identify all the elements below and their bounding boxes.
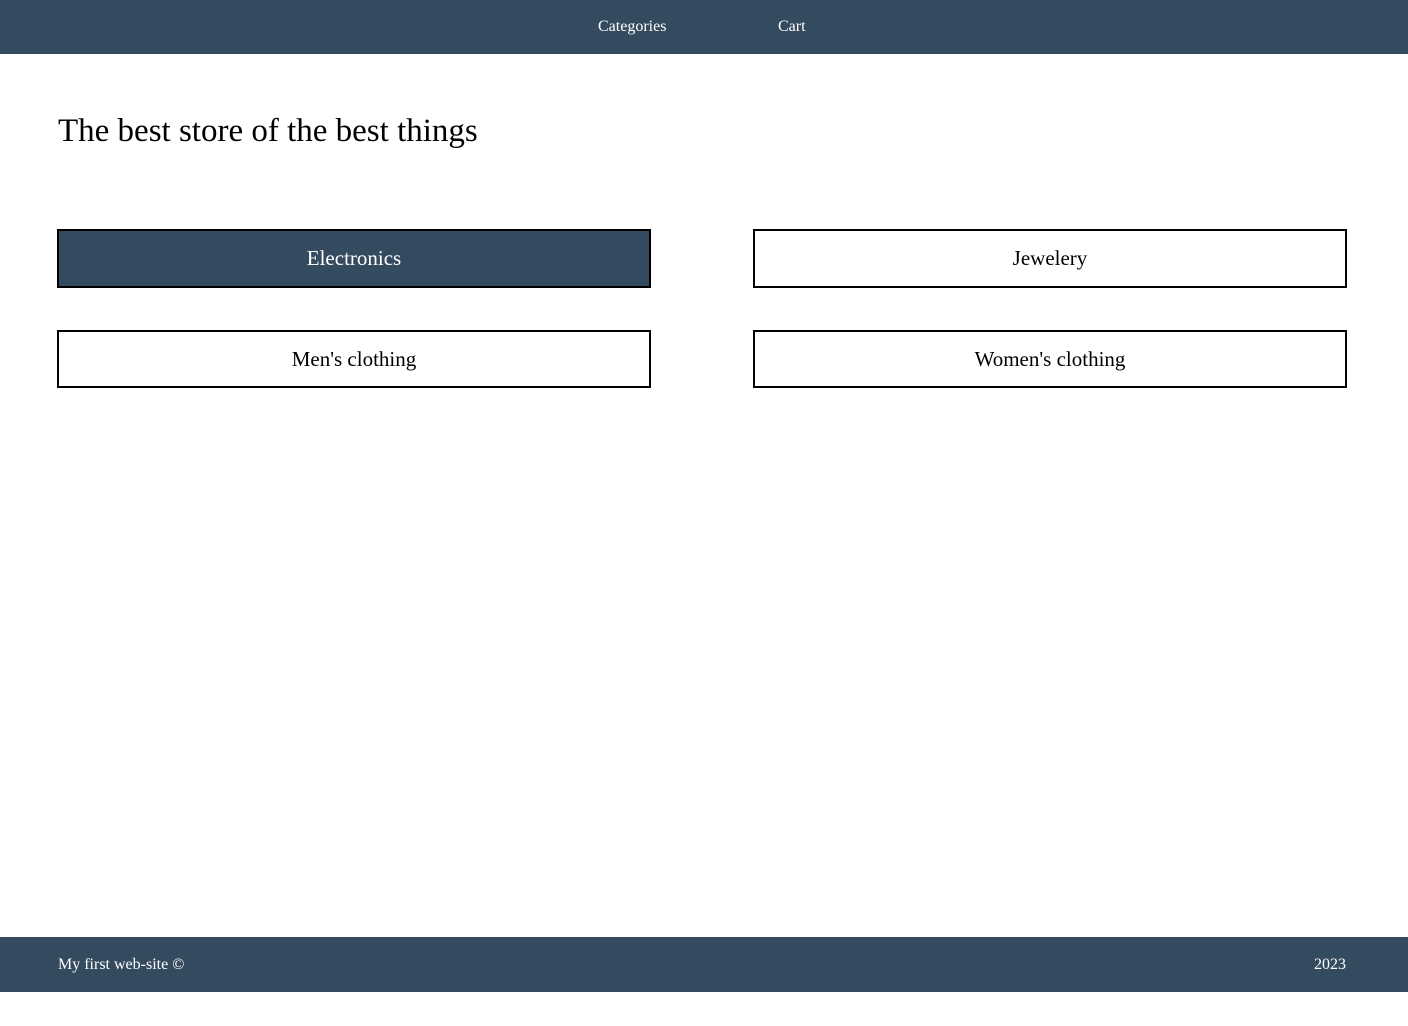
nav-link-cart[interactable]: Cart	[778, 0, 806, 54]
category-button-womens-clothing[interactable]: Women's clothing	[753, 330, 1347, 388]
category-button-jewelery[interactable]: Jewelery	[753, 229, 1347, 288]
footer-year: 2023	[1314, 956, 1346, 973]
footer-site-name: My first web-site ©	[58, 956, 185, 973]
nav-link-categories[interactable]: Categories	[598, 0, 666, 54]
top-navigation-bar: Categories Cart	[0, 0, 1408, 54]
page-footer: My first web-site © 2023	[0, 937, 1408, 992]
page-title: The best store of the best things	[58, 113, 478, 149]
category-button-electronics[interactable]: Electronics	[57, 229, 651, 288]
category-button-mens-clothing[interactable]: Men's clothing	[57, 330, 651, 388]
